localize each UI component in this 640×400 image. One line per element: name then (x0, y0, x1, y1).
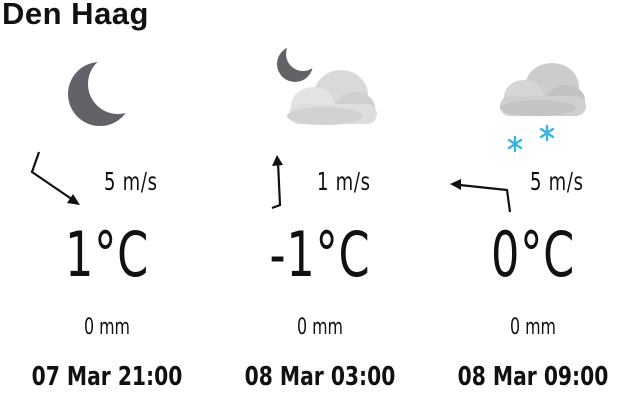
temperature: -1°C (269, 218, 371, 291)
forecast-time: 07 Mar 21:00 (31, 362, 183, 392)
forecast-column: 5 m/s 1°C 0 mm 07 Mar 21:00 (0, 0, 214, 400)
precipitation: 0 mm (84, 315, 130, 340)
wind-speed: 5 m/s (530, 167, 584, 196)
wind-direction-icon (30, 151, 80, 205)
wind-speed: 1 m/s (317, 167, 371, 196)
wind-direction-icon (271, 155, 283, 210)
cloud-shape (500, 63, 586, 116)
temperature: 1°C (64, 218, 150, 291)
wind-direction-icon (450, 179, 512, 213)
temperature: 0°C (490, 218, 576, 291)
precipitation: 0 mm (510, 315, 556, 340)
forecast-time: 08 Mar 03:00 (244, 362, 396, 392)
weather-widget: Den Haag 5 m/s 1°C 0 mm 07 Mar 21:00 1 m… (0, 0, 640, 400)
wind-speed: 5 m/s (104, 167, 158, 196)
forecast-column: 1 m/s -1°C 0 mm 08 Mar 03:00 (213, 0, 427, 400)
forecast-time: 08 Mar 09:00 (457, 362, 609, 392)
precipitation: 0 mm (297, 315, 343, 340)
forecast-column: 5 m/s 0°C 0 mm 08 Mar 09:00 (426, 0, 640, 400)
